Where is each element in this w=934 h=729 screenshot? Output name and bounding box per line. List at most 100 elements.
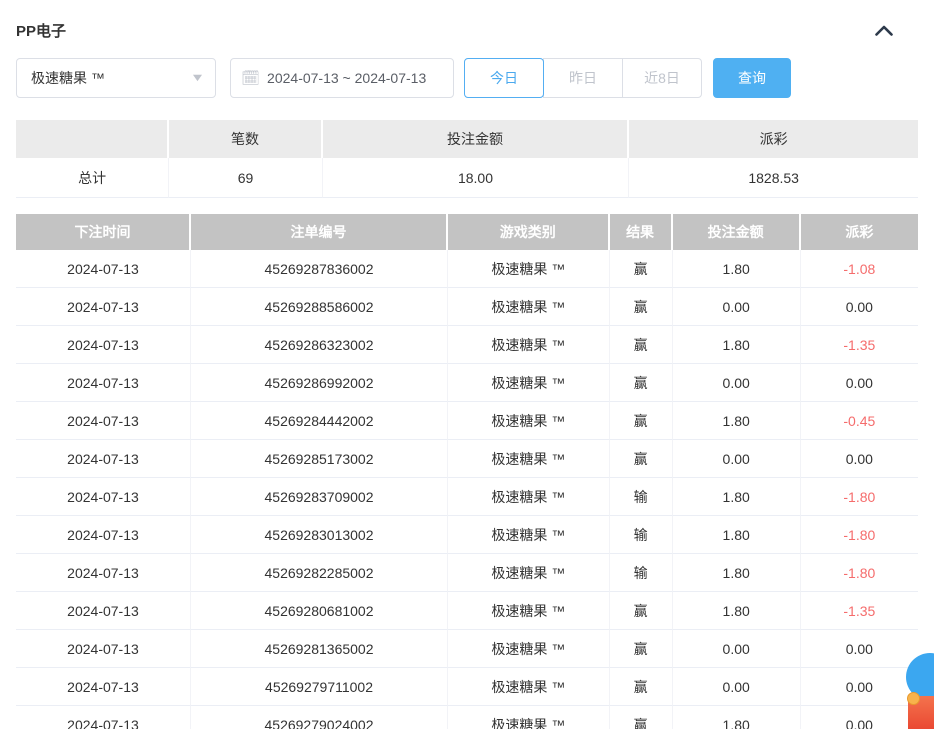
summary-header-cell: 笔数 [169, 120, 322, 158]
bets-header-cell: 下注时间 [16, 214, 191, 250]
cell-date: 2024-07-13 [16, 668, 191, 706]
summary-header-cell [16, 120, 169, 158]
cell-date: 2024-07-13 [16, 250, 191, 288]
cell-bet_id: 45269279711002 [191, 668, 448, 706]
cell-game: 极速糖果 ™ [448, 250, 609, 288]
cell-amount: 0.00 [673, 668, 801, 706]
quick-range-button-0[interactable]: 今日 [464, 58, 544, 98]
table-row: 2024-07-1345269279024002极速糖果 ™赢1.800.00 [16, 706, 918, 729]
cell-payout: 0.00 [801, 288, 918, 326]
cell-date: 2024-07-13 [16, 706, 191, 729]
pp-games-panel: PP电子 极速糖果 ™ ▼ 🗓 2024-07-13 ~ 2024-07-13 … [0, 0, 934, 729]
cell-payout: -1.08 [801, 250, 918, 288]
collapse-panel-button[interactable] [872, 19, 896, 43]
cell-game: 极速糖果 ™ [448, 364, 609, 402]
cell-amount: 1.80 [673, 478, 801, 516]
cell-payout: 0.00 [801, 706, 918, 729]
quick-range-button-1[interactable]: 昨日 [543, 58, 623, 98]
table-row: 2024-07-1345269283013002极速糖果 ™输1.80-1.80 [16, 516, 918, 554]
quick-range-group: 今日昨日近8日 [464, 58, 702, 98]
cell-bet_id: 45269281365002 [191, 630, 448, 668]
query-button[interactable]: 查询 [713, 58, 791, 98]
summary-header-cell: 派彩 [629, 120, 918, 158]
cell-payout: -1.80 [801, 478, 918, 516]
cell-bet_id: 45269282285002 [191, 554, 448, 592]
cell-result: 赢 [610, 630, 673, 668]
bets-header-cell: 投注金额 [673, 214, 801, 250]
coin-icon [907, 692, 920, 705]
cell-game: 极速糖果 ™ [448, 706, 609, 729]
cell-date: 2024-07-13 [16, 364, 191, 402]
cell-date: 2024-07-13 [16, 288, 191, 326]
cell-date: 2024-07-13 [16, 326, 191, 364]
cell-bet_id: 45269283709002 [191, 478, 448, 516]
bets-header-cell: 结果 [610, 214, 673, 250]
cell-amount: 1.80 [673, 250, 801, 288]
table-row: 2024-07-1345269282285002极速糖果 ™输1.80-1.80 [16, 554, 918, 592]
cell-amount: 0.00 [673, 630, 801, 668]
cell-payout: -1.80 [801, 516, 918, 554]
cell-game: 极速糖果 ™ [448, 326, 609, 364]
cell-game: 极速糖果 ™ [448, 478, 609, 516]
cell-result: 赢 [610, 440, 673, 478]
cell-result: 赢 [610, 364, 673, 402]
cell-payout: -0.45 [801, 402, 918, 440]
cell-game: 极速糖果 ™ [448, 288, 609, 326]
cell-payout: 0.00 [801, 630, 918, 668]
cell-amount: 1.80 [673, 402, 801, 440]
cell-amount: 1.80 [673, 706, 801, 729]
game-select[interactable]: 极速糖果 ™ ▼ [16, 58, 216, 98]
date-range-value: 2024-07-13 ~ 2024-07-13 [267, 70, 426, 86]
game-select-value: 极速糖果 ™ [31, 68, 105, 88]
cell-amount: 1.80 [673, 554, 801, 592]
date-range-picker[interactable]: 🗓 2024-07-13 ~ 2024-07-13 [230, 58, 454, 98]
red-envelope-icon[interactable] [908, 696, 934, 729]
cell-result: 输 [610, 516, 673, 554]
cell-bet_id: 45269286323002 [191, 326, 448, 364]
cell-result: 输 [610, 554, 673, 592]
cell-date: 2024-07-13 [16, 592, 191, 630]
cell-payout: 0.00 [801, 440, 918, 478]
cell-bet_id: 45269285173002 [191, 440, 448, 478]
bets-header-cell: 注单编号 [191, 214, 448, 250]
cell-payout: -1.35 [801, 592, 918, 630]
summary-header-cell: 投注金额 [323, 120, 630, 158]
cell-amount: 1.80 [673, 516, 801, 554]
calendar-icon: 🗓 [241, 69, 260, 87]
cell-bet_id: 45269286992002 [191, 364, 448, 402]
table-row: 2024-07-1345269284442002极速糖果 ™赢1.80-0.45 [16, 402, 918, 440]
summary-header-row: 笔数投注金额派彩 [16, 120, 918, 158]
cell-date: 2024-07-13 [16, 402, 191, 440]
cell-result: 赢 [610, 326, 673, 364]
page-title: PP电子 [16, 20, 66, 41]
table-row: 2024-07-1345269286323002极速糖果 ™赢1.80-1.35 [16, 326, 918, 364]
cell-game: 极速糖果 ™ [448, 402, 609, 440]
summary-table: 笔数投注金额派彩 总计6918.001828.53 [16, 120, 918, 198]
cell-bet_id: 45269279024002 [191, 706, 448, 729]
summary-cell-label: 总计 [16, 158, 169, 198]
bets-table: 下注时间注单编号游戏类别结果投注金额派彩 2024-07-13452692878… [16, 214, 918, 729]
summary-total-row: 总计6918.001828.53 [16, 158, 918, 198]
cell-amount: 0.00 [673, 288, 801, 326]
summary-cell-count: 69 [169, 158, 322, 198]
cell-date: 2024-07-13 [16, 478, 191, 516]
table-row: 2024-07-1345269279711002极速糖果 ™赢0.000.00 [16, 668, 918, 706]
filter-bar: 极速糖果 ™ ▼ 🗓 2024-07-13 ~ 2024-07-13 今日昨日近… [16, 58, 918, 98]
cell-amount: 0.00 [673, 364, 801, 402]
cell-date: 2024-07-13 [16, 516, 191, 554]
table-row: 2024-07-1345269283709002极速糖果 ™输1.80-1.80 [16, 478, 918, 516]
cell-date: 2024-07-13 [16, 554, 191, 592]
table-row: 2024-07-1345269286992002极速糖果 ™赢0.000.00 [16, 364, 918, 402]
cell-result: 输 [610, 478, 673, 516]
cell-amount: 1.80 [673, 592, 801, 630]
cell-result: 赢 [610, 592, 673, 630]
cell-result: 赢 [610, 288, 673, 326]
cell-game: 极速糖果 ™ [448, 440, 609, 478]
cell-date: 2024-07-13 [16, 630, 191, 668]
bets-header-cell: 游戏类别 [448, 214, 609, 250]
summary-cell-payout: 1828.53 [629, 158, 918, 198]
cell-payout: 0.00 [801, 364, 918, 402]
table-row: 2024-07-1345269281365002极速糖果 ™赢0.000.00 [16, 630, 918, 668]
cell-payout: -1.35 [801, 326, 918, 364]
quick-range-button-2[interactable]: 近8日 [622, 58, 702, 98]
